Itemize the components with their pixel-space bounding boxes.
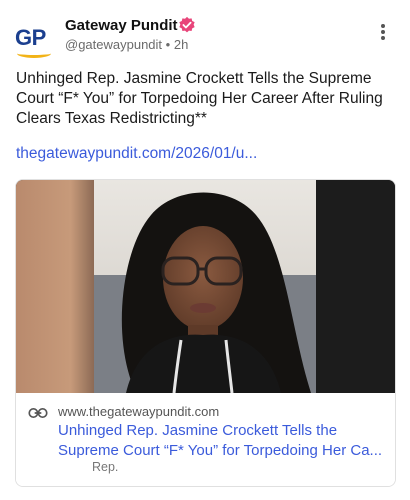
- preview-image[interactable]: [16, 180, 395, 393]
- verified-badge-icon: [179, 16, 195, 33]
- avatar-logo-text: GP: [15, 25, 46, 50]
- link-preview-card[interactable]: www.thegatewaypundit.com Unhinged Rep. J…: [15, 179, 396, 487]
- card-title[interactable]: Unhinged Rep. Jasmine Crockett Tells the…: [58, 421, 388, 461]
- preview-image-art: [16, 180, 395, 393]
- handle-line: @gatewaypundit • 2h: [65, 37, 188, 52]
- meta-separator: •: [165, 37, 171, 52]
- post: GP Gateway Pundit @gatewaypundit • 2h Un…: [0, 0, 410, 500]
- post-link[interactable]: thegatewaypundit.com/2026/01/u...: [16, 145, 257, 163]
- more-vertical-icon[interactable]: [373, 24, 393, 44]
- card-description: Rep.: [92, 460, 119, 474]
- author-handle[interactable]: @gatewaypundit: [65, 37, 162, 52]
- author-name[interactable]: Gateway Pundit: [65, 17, 178, 34]
- avatar[interactable]: GP: [13, 18, 55, 60]
- card-meta[interactable]: www.thegatewaypundit.com Unhinged Rep. J…: [16, 393, 395, 486]
- avatar-logo-swoosh: [17, 49, 51, 58]
- link-icon: [28, 408, 48, 418]
- post-time: 2h: [173, 37, 189, 52]
- card-domain: www.thegatewaypundit.com: [58, 404, 220, 419]
- post-text: Unhinged Rep. Jasmine Crockett Tells the…: [16, 70, 383, 127]
